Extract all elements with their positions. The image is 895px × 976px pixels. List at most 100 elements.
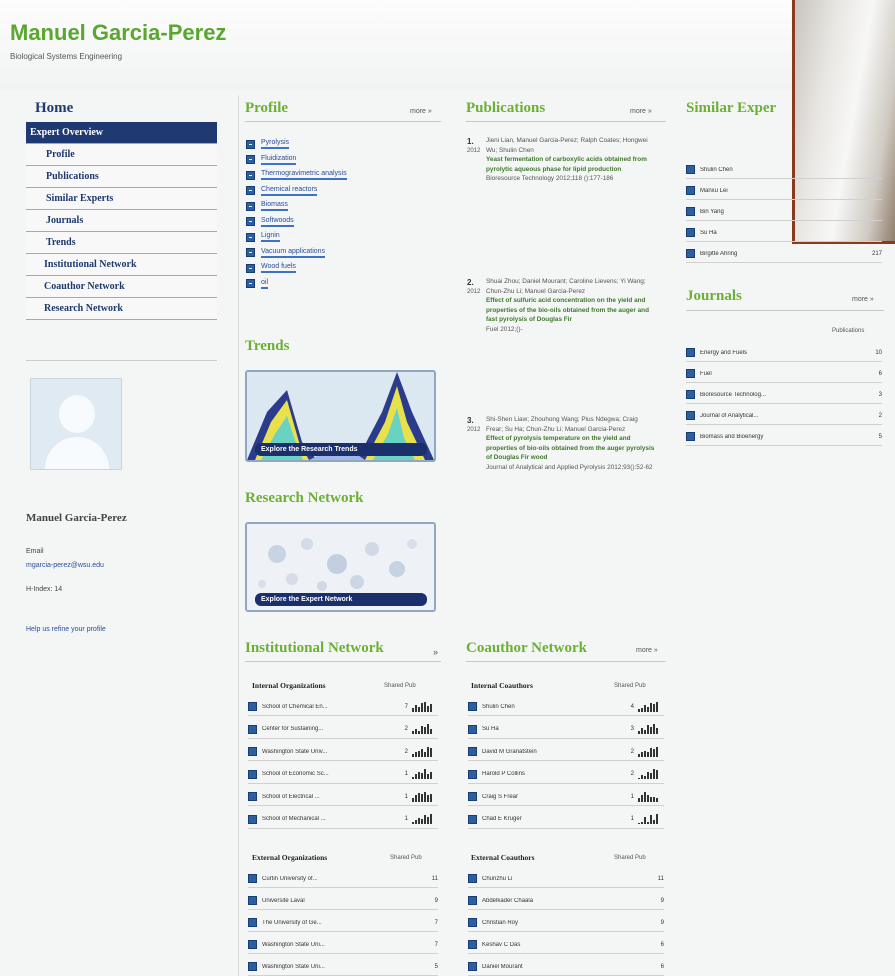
external-coauthor-row[interactable]: Daniel Mourant 6 <box>468 958 664 976</box>
left-nav: Expert Overview Profile Publications Sim… <box>26 122 217 320</box>
journal-row[interactable]: Fuel 6 <box>686 365 882 383</box>
sparkline <box>638 769 664 779</box>
similar-expert-row[interactable]: Shulin Chen <box>686 161 882 179</box>
internal-coauthor-row[interactable]: Craig S Frear 1 <box>468 788 664 806</box>
journals-more-link[interactable]: more » <box>852 296 874 303</box>
external-org-row[interactable]: Washington State Uni... 7 <box>248 936 438 954</box>
internal-coauthor-row[interactable]: Su Ha 3 <box>468 721 664 739</box>
sparkline-bar <box>412 821 414 824</box>
internal-coauthor-row[interactable]: Harold P Collins 2 <box>468 766 664 784</box>
external-coauthor-row[interactable]: Keshav C Das 6 <box>468 936 664 954</box>
pub-3-title[interactable]: Effect of pyrolysis temperature on the y… <box>486 434 656 463</box>
email-link[interactable]: mgarcia-perez@wsu.edu <box>26 562 104 569</box>
sparkline-bar <box>424 727 426 734</box>
keyword-item[interactable]: Lignin <box>246 230 280 244</box>
internal-org-row[interactable]: School of Mechanical ... 1 <box>248 811 438 829</box>
nav-expert-overview[interactable]: Expert Overview <box>26 122 217 144</box>
expert-name: Manuel Garcia-Perez <box>10 20 227 45</box>
sparkline <box>412 814 438 824</box>
journal-row[interactable]: Bioresource Technolog... 3 <box>686 386 882 404</box>
keyword-item[interactable]: Vacuum applications <box>246 246 326 260</box>
nav-profile[interactable]: Profile <box>26 144 217 166</box>
sparkline-bar <box>427 774 429 779</box>
sparkline-bar <box>424 769 426 779</box>
keyword-label: Chemical reactors <box>261 186 318 196</box>
keyword-item[interactable]: Chemical reactors <box>246 184 318 198</box>
internal-org-row[interactable]: School of Chemical En... 7 <box>248 698 438 716</box>
keyword-label: Wood fuels <box>261 263 296 273</box>
similar-expert-row[interactable]: Manxu Lei <box>686 182 882 200</box>
coauthor-rule <box>466 661 666 662</box>
similar-expert-row[interactable]: Birgitte Ahring 217 <box>686 245 882 263</box>
internal-coauthor-row[interactable]: Shulin Chen 4 <box>468 698 664 716</box>
nav-trends[interactable]: Trends <box>26 232 217 254</box>
external-coauthor-row-name: Chunzhu Li <box>482 875 513 882</box>
internal-org-row[interactable]: Center for Sustaining... 2 <box>248 721 438 739</box>
external-coauthor-row[interactable]: Chunzhu Li 11 <box>468 870 664 888</box>
external-org-row[interactable]: Washington State Uni... 5 <box>248 958 438 976</box>
trends-thumbnail[interactable]: Explore the Research Trends <box>245 370 436 462</box>
sparkline-bar <box>415 795 417 802</box>
journal-row[interactable]: Journal of Analytical... 2 <box>686 407 882 425</box>
keyword-item[interactable]: Pyrolysis <box>246 137 290 151</box>
external-coauthor-row[interactable]: Abdelkader Chaala 9 <box>468 892 664 910</box>
journal-row-name: Fuel <box>700 370 712 377</box>
plus-box-icon <box>246 170 255 180</box>
nav-home-link[interactable]: Home <box>35 100 73 117</box>
keyword-item[interactable]: Biomass <box>246 199 288 213</box>
explore-trends-button[interactable]: Explore the Research Trends <box>255 443 427 456</box>
similar-expert-row[interactable]: Bin Yang <box>686 203 882 221</box>
pub-2-title[interactable]: Effect of sulfuric acid concentration on… <box>486 296 656 325</box>
nav-journals[interactable]: Journals <box>26 210 217 232</box>
nav-institutional-network[interactable]: Institutional Network <box>26 254 217 276</box>
internal-org-row[interactable]: School of Electrical ... 1 <box>248 788 438 806</box>
coauthor-more-link[interactable]: more » <box>636 647 658 654</box>
explore-network-button[interactable]: Explore the Expert Network <box>255 593 427 606</box>
plus-box-icon <box>468 940 477 949</box>
keyword-item[interactable]: oil <box>246 277 269 291</box>
internal-orgs-shared-label: Shared Pub <box>384 683 416 689</box>
sparkline-bar <box>421 819 423 824</box>
plus-box-icon <box>468 702 477 711</box>
plus-box-icon <box>686 249 695 258</box>
keyword-item[interactable]: Fluidization <box>246 153 297 167</box>
pub-3-number: 3. <box>467 416 474 425</box>
internal-org-row[interactable]: School of Economic Sc... 1 <box>248 766 438 784</box>
internal-org-row[interactable]: Washington State Univ... 2 <box>248 743 438 761</box>
external-coauthor-row[interactable]: Christian Roy 9 <box>468 914 664 932</box>
keyword-item[interactable]: Softwoods <box>246 215 294 229</box>
sparkline-bar <box>656 770 658 779</box>
keyword-item[interactable]: Thermogravimetric analysis <box>246 168 347 182</box>
nav-research-network[interactable]: Research Network <box>26 298 217 320</box>
profile-more-link[interactable]: more » <box>410 108 432 115</box>
keyword-item[interactable]: Wood fuels <box>246 261 296 275</box>
sparkline-bar <box>653 749 655 757</box>
nav-similar-experts[interactable]: Similar Experts <box>26 188 217 210</box>
pub-3-source: Journal of Analytical and Applied Pyroly… <box>486 463 653 471</box>
sparkline-bar <box>641 794 643 802</box>
institutional-more-arrow[interactable]: » <box>433 647 438 657</box>
sparkline-bar <box>424 815 426 824</box>
keyword-label: Vacuum applications <box>261 248 326 258</box>
publications-more-link[interactable]: more » <box>630 108 652 115</box>
internal-org-row-name: School of Mechanical ... <box>262 816 326 822</box>
internal-coauthor-row-name: Harold P Collins <box>482 771 525 777</box>
nav-coauthor-network[interactable]: Coauthor Network <box>26 276 217 298</box>
refine-profile-link[interactable]: Help us refine your profile <box>26 626 106 633</box>
similar-expert-row[interactable]: Su Ha <box>686 224 882 242</box>
journal-row[interactable]: Energy and Fuels 10 <box>686 344 882 362</box>
external-org-row[interactable]: Curtin University of... 11 <box>248 870 438 888</box>
internal-coauthor-row[interactable]: Chad E Kruger 1 <box>468 811 664 829</box>
external-org-row[interactable]: The University of Ge... 7 <box>248 914 438 932</box>
sparkline-bar <box>650 815 652 824</box>
journal-row[interactable]: Biomass and Bioenergy 5 <box>686 428 882 446</box>
pub-1-title[interactable]: Yeast fermentation of carboxylic acids o… <box>486 155 656 174</box>
research-network-thumbnail[interactable]: Explore the Expert Network <box>245 522 436 612</box>
sparkline-bar <box>647 706 649 712</box>
external-coauthor-row-count: 9 <box>660 919 664 926</box>
external-org-row[interactable]: Université Laval 9 <box>248 892 438 910</box>
sparkline-bar <box>647 821 649 824</box>
nav-publications[interactable]: Publications <box>26 166 217 188</box>
sparkline-bar <box>430 747 432 757</box>
internal-coauthor-row[interactable]: David M Granatstein 2 <box>468 743 664 761</box>
